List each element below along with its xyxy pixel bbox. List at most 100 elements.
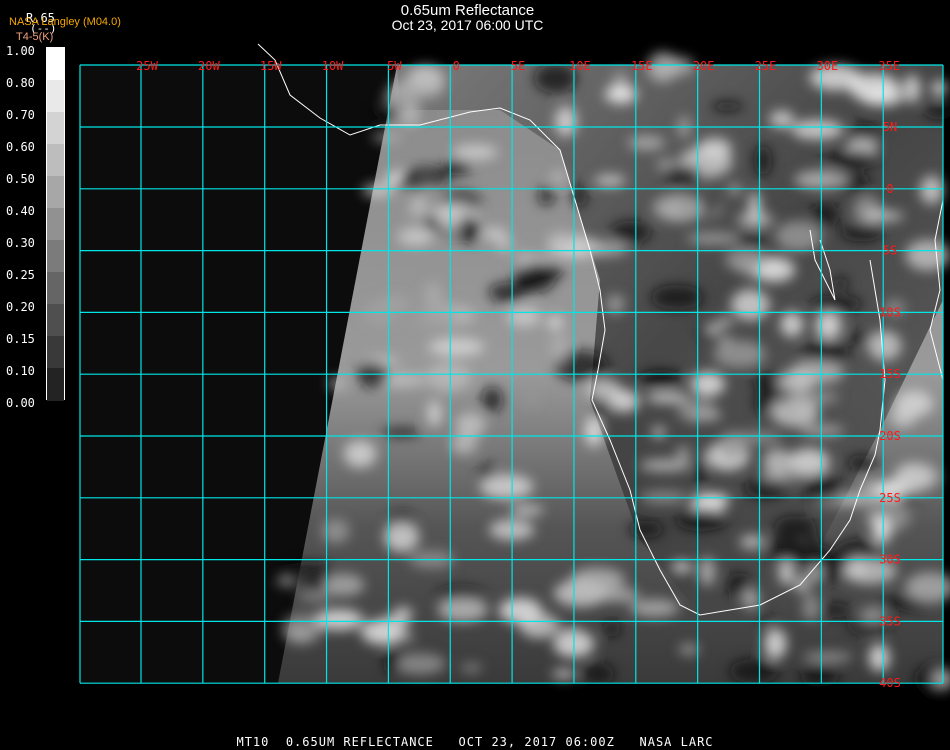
cloud-patch <box>662 164 702 184</box>
cloud-patch <box>343 440 377 468</box>
cloud-patch <box>690 371 725 397</box>
cloud-patch <box>735 232 767 248</box>
latitude-label: 15S <box>879 367 901 381</box>
cloud-patch <box>847 454 877 472</box>
cloud-patch <box>754 145 772 176</box>
longitude-label: 30E <box>817 59 839 73</box>
cloud-patch <box>645 392 689 403</box>
latitude-label: 5N <box>883 120 897 134</box>
cloud-patch <box>592 402 612 419</box>
longitude-label: 10E <box>569 59 591 73</box>
cloud-patch <box>676 445 690 464</box>
cloud-patch <box>861 88 904 107</box>
cloud-patch <box>582 663 615 685</box>
latitude-label: 20S <box>879 429 901 443</box>
cloud-patch <box>775 220 823 252</box>
cloud-patch <box>769 110 795 129</box>
cloud-patch <box>799 425 845 437</box>
cloud-patch <box>479 474 534 500</box>
longitude-label: 5W <box>387 59 402 73</box>
cloud-patch <box>403 166 452 186</box>
latitude-label: 10S <box>879 305 901 319</box>
cloud-patch <box>603 621 622 637</box>
cloud-patch <box>610 220 652 244</box>
cloud-patch <box>764 628 787 660</box>
cloud-patch <box>831 277 849 290</box>
cloud-patch <box>362 184 394 197</box>
longitude-label: 20W <box>198 59 220 73</box>
cloud-patch <box>778 560 794 585</box>
cloud-patch <box>820 603 851 618</box>
cloud-patch <box>794 576 810 593</box>
cloud-patch <box>840 223 883 242</box>
cloud-patch <box>394 653 446 675</box>
cloud-patch <box>822 150 878 169</box>
cloud-patch <box>729 659 779 684</box>
cloud-patch <box>713 340 767 368</box>
longitude-label: 5E <box>511 59 525 73</box>
cloud-patch <box>546 231 575 250</box>
latitude-label: 35S <box>879 614 901 628</box>
cloud-patch <box>372 132 402 142</box>
cloud-patch <box>739 534 765 549</box>
cloud-patch <box>437 597 488 622</box>
cloud-patch <box>664 57 695 76</box>
longitude-label: 20E <box>693 59 715 73</box>
cloud-patch <box>763 448 792 476</box>
cloud-patch <box>604 85 638 104</box>
cloud-patch <box>780 311 804 338</box>
satellite-map: 25W 20W 15W 10W 5W 0 5E 10E 15E 20E 25E 30E 35E 5N 0 5S… <box>79 43 950 694</box>
cloud-patch <box>525 386 539 408</box>
latitude-label: 0 <box>886 182 893 196</box>
longitude-label: 15E <box>631 59 653 73</box>
cloud-patch <box>452 144 498 160</box>
cloud-patch <box>730 289 770 321</box>
cloud-patch <box>450 433 478 455</box>
cloud-patch <box>890 405 917 428</box>
cloud-patch <box>699 556 716 587</box>
longitude-label: 15W <box>260 59 282 73</box>
cloud-patch <box>711 101 744 112</box>
cloud-patch <box>686 232 741 245</box>
cloud-patch <box>791 119 844 140</box>
cloud-patch <box>788 360 844 385</box>
cloud-patch <box>810 202 840 228</box>
footer-caption: MT10 0.65UM REFLECTANCE OCT 23, 2017 06:… <box>236 735 714 749</box>
cloud-patch <box>384 647 401 675</box>
cloud-patch <box>902 74 921 104</box>
cloud-patch <box>397 227 434 246</box>
cloud-patch <box>759 472 804 481</box>
cloud-patch <box>675 509 727 531</box>
cloud-patch <box>547 315 563 330</box>
cloud-patch <box>424 281 443 310</box>
cloud-patch <box>788 448 830 476</box>
cloud-patch <box>388 79 445 99</box>
cloud-patch <box>867 330 902 361</box>
cloud-patch <box>538 186 555 206</box>
cloud-patch <box>383 521 420 553</box>
cloud-patch <box>895 462 940 491</box>
cloud-patch <box>802 652 853 662</box>
cloud-patch <box>328 377 347 391</box>
cloud-patch <box>551 669 576 679</box>
cloud-patch <box>692 493 731 506</box>
cloud-patch <box>805 535 820 546</box>
cloud-patch <box>872 515 891 545</box>
cloud-patch <box>426 362 472 392</box>
cloud-patch <box>758 614 773 626</box>
cloud-patch <box>427 400 442 428</box>
cloud-patch <box>865 211 904 221</box>
cloud-patch <box>628 520 664 538</box>
cloud-patch <box>638 369 684 387</box>
cloud-patch <box>919 175 944 205</box>
longitude-label: 10W <box>322 59 344 73</box>
cloud-patch <box>693 454 708 486</box>
cloud-patch <box>852 195 882 226</box>
cloud-patch <box>488 282 527 303</box>
cloud-patch <box>460 663 483 673</box>
cloud-patch <box>481 387 503 413</box>
cloud-patch <box>629 599 679 618</box>
cloud-patch <box>481 227 508 241</box>
cloud-patch <box>412 307 456 329</box>
cloud-patch <box>381 428 422 437</box>
